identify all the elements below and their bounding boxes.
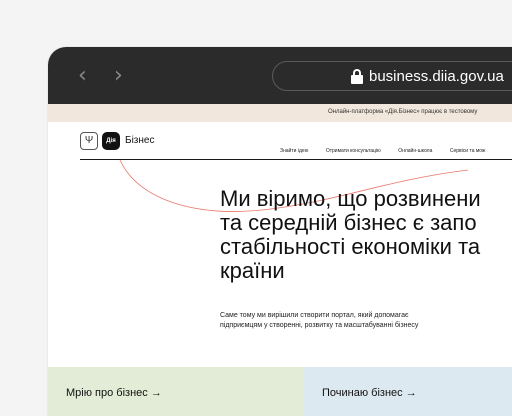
hero-title-line: Ми віримо, що розвинени	[220, 186, 481, 211]
address-bar[interactable]: business.diia.gov.ua	[272, 61, 512, 91]
brand-name[interactable]: Бізнес	[125, 135, 154, 146]
hero-subtitle: Саме тому ми вирішили створити портал, я…	[220, 312, 419, 329]
menu-item-consultation[interactable]: Отримати консультацію	[326, 148, 381, 154]
card-start-label[interactable]: Починаю бізнес →	[322, 387, 417, 399]
lock-icon	[351, 69, 363, 84]
menu-item-services[interactable]: Сервіси та мож	[450, 148, 486, 154]
card-dream-label[interactable]: Мрію про бізнес →	[66, 387, 162, 399]
notice-text: Онлайн-платформа «Дія.Бізнес» працює в т…	[328, 109, 478, 115]
hero-title: Ми віримо, що розвинени та середній бізн…	[220, 187, 481, 283]
site-header: Ψ Дія Бізнес Знайти ідею Отримати консул…	[80, 130, 512, 160]
browser-toolbar: ‹ › business.diia.gov.ua	[48, 47, 512, 104]
menu-item-online-school[interactable]: Онлайн-школа	[398, 148, 432, 154]
url-text[interactable]: business.diia.gov.ua	[369, 68, 504, 85]
chevron-left-icon[interactable]: ‹	[78, 65, 87, 87]
hero-title-line: стабільності економіки та	[220, 234, 481, 259]
main-menu: Знайти ідею Отримати консультацію Онлайн…	[280, 139, 498, 157]
menu-item-find-idea[interactable]: Знайти ідею	[280, 148, 308, 154]
card-start-business[interactable]: Починаю бізнес →	[304, 367, 512, 416]
hero-title-line: та середній бізнес є запо	[220, 210, 477, 235]
diia-logo[interactable]: Дія	[102, 132, 120, 150]
chevron-right-icon[interactable]: ›	[114, 65, 123, 87]
card-dream-business[interactable]: Мрію про бізнес →	[48, 367, 304, 416]
notice-banner: Онлайн-платформа «Дія.Бізнес» працює в т…	[48, 104, 512, 122]
trident-icon[interactable]: Ψ	[80, 132, 98, 150]
browser-window: ‹ › business.diia.gov.ua Онлайн-платформ…	[48, 47, 512, 416]
hero-title-line: країни	[220, 258, 285, 283]
